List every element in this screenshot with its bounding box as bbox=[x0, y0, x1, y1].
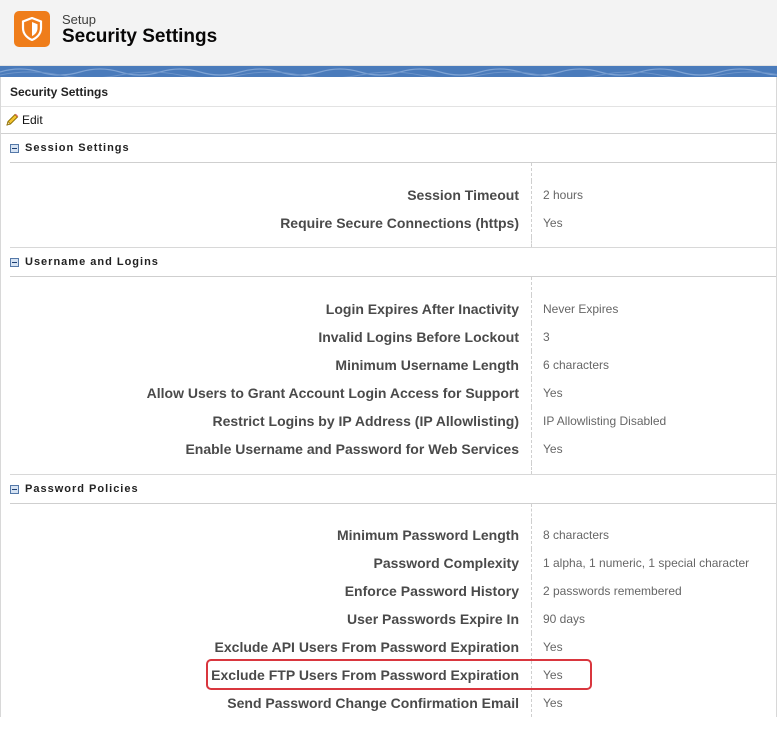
detail-row: Enforce Password History 2 passwords rem… bbox=[10, 577, 776, 605]
field-label: Password Complexity bbox=[10, 549, 532, 577]
collapse-icon[interactable] bbox=[10, 484, 19, 494]
field-value: Yes bbox=[543, 640, 563, 654]
field-label: Send Password Change Confirmation Email bbox=[10, 689, 532, 717]
edit-button[interactable]: Edit bbox=[5, 113, 43, 127]
setup-header: Setup Security Settings bbox=[0, 0, 777, 66]
field-value: Yes bbox=[543, 386, 563, 400]
field-value: 2 passwords remembered bbox=[543, 584, 682, 598]
header-subtitle: Setup bbox=[62, 12, 96, 27]
field-value: 90 days bbox=[543, 612, 586, 626]
highlight-box bbox=[206, 659, 592, 690]
detail-row: Invalid Logins Before Lockout 3 bbox=[10, 323, 776, 351]
shield-icon bbox=[14, 11, 50, 47]
field-value: Yes bbox=[543, 696, 563, 710]
field-label: Minimum Username Length bbox=[10, 351, 532, 379]
field-label: Enforce Password History bbox=[10, 577, 532, 605]
detail-row: Login Expires After Inactivity Never Exp… bbox=[10, 295, 776, 323]
page-title: Security Settings bbox=[1, 77, 776, 107]
field-value: 3 bbox=[543, 330, 550, 344]
pencil-icon bbox=[6, 113, 19, 126]
field-label: Minimum Password Length bbox=[10, 521, 532, 549]
detail-row: Allow Users to Grant Account Login Acces… bbox=[10, 379, 776, 407]
detail-row: Enable Username and Password for Web Ser… bbox=[10, 435, 776, 463]
detail-row: Send Password Change Confirmation Email … bbox=[10, 689, 776, 717]
field-value: 1 alpha, 1 numeric, 1 special character bbox=[543, 556, 750, 570]
page-container: Security Settings Edit Session Settings … bbox=[0, 77, 777, 717]
field-value: Never Expires bbox=[543, 302, 619, 316]
detail-row: Minimum Username Length 6 characters bbox=[10, 351, 776, 379]
detail-row: Require Secure Connections (https) Yes bbox=[10, 209, 776, 237]
section-body-username-and-logins: Login Expires After Inactivity Never Exp… bbox=[10, 277, 776, 475]
section-title: Password Policies bbox=[25, 483, 139, 495]
detail-row: Exclude API Users From Password Expirati… bbox=[10, 633, 776, 661]
field-label: Require Secure Connections (https) bbox=[10, 209, 532, 237]
field-value: Yes bbox=[543, 442, 563, 456]
field-label: Allow Users to Grant Account Login Acces… bbox=[10, 379, 532, 407]
detail-row: Minimum Password Length 8 characters bbox=[10, 521, 776, 549]
detail-row: Session Timeout 2 hours bbox=[10, 181, 776, 209]
detail-row: Restrict Logins by IP Address (IP Allowl… bbox=[10, 407, 776, 435]
field-value: 6 characters bbox=[543, 358, 610, 372]
field-value: Yes bbox=[543, 216, 563, 230]
header-title: Security Settings bbox=[62, 26, 218, 47]
section-header-password-policies: Password Policies bbox=[10, 475, 776, 504]
field-label: Enable Username and Password for Web Ser… bbox=[10, 435, 532, 463]
field-label: User Passwords Expire In bbox=[10, 605, 532, 633]
toolbar: Edit bbox=[1, 107, 776, 134]
field-label: Invalid Logins Before Lockout bbox=[10, 323, 532, 351]
section-header-session-settings: Session Settings bbox=[10, 134, 776, 163]
collapse-icon[interactable] bbox=[10, 257, 19, 267]
edit-label: Edit bbox=[22, 113, 43, 127]
collapse-icon[interactable] bbox=[10, 143, 19, 153]
field-label: Session Timeout bbox=[10, 181, 532, 209]
field-value: IP Allowlisting Disabled bbox=[543, 414, 667, 428]
field-value: 8 characters bbox=[543, 528, 610, 542]
field-label: Exclude API Users From Password Expirati… bbox=[10, 633, 532, 661]
section-title: Session Settings bbox=[25, 142, 130, 154]
section-body-session-settings: Session Timeout 2 hours Require Secure C… bbox=[10, 163, 776, 248]
field-label: Restrict Logins by IP Address (IP Allowl… bbox=[10, 407, 532, 435]
section-title: Username and Logins bbox=[25, 256, 159, 268]
detail-row: User Passwords Expire In 90 days bbox=[10, 605, 776, 633]
section-header-username-and-logins: Username and Logins bbox=[10, 248, 776, 277]
field-label: Login Expires After Inactivity bbox=[10, 295, 532, 323]
field-value: 2 hours bbox=[543, 188, 584, 202]
decorative-banner bbox=[0, 66, 777, 77]
section-body-password-policies: Minimum Password Length 8 characters Pas… bbox=[10, 504, 776, 717]
detail-row-highlighted: Exclude FTP Users From Password Expirati… bbox=[10, 659, 776, 690]
detail-row: Password Complexity 1 alpha, 1 numeric, … bbox=[10, 549, 776, 577]
